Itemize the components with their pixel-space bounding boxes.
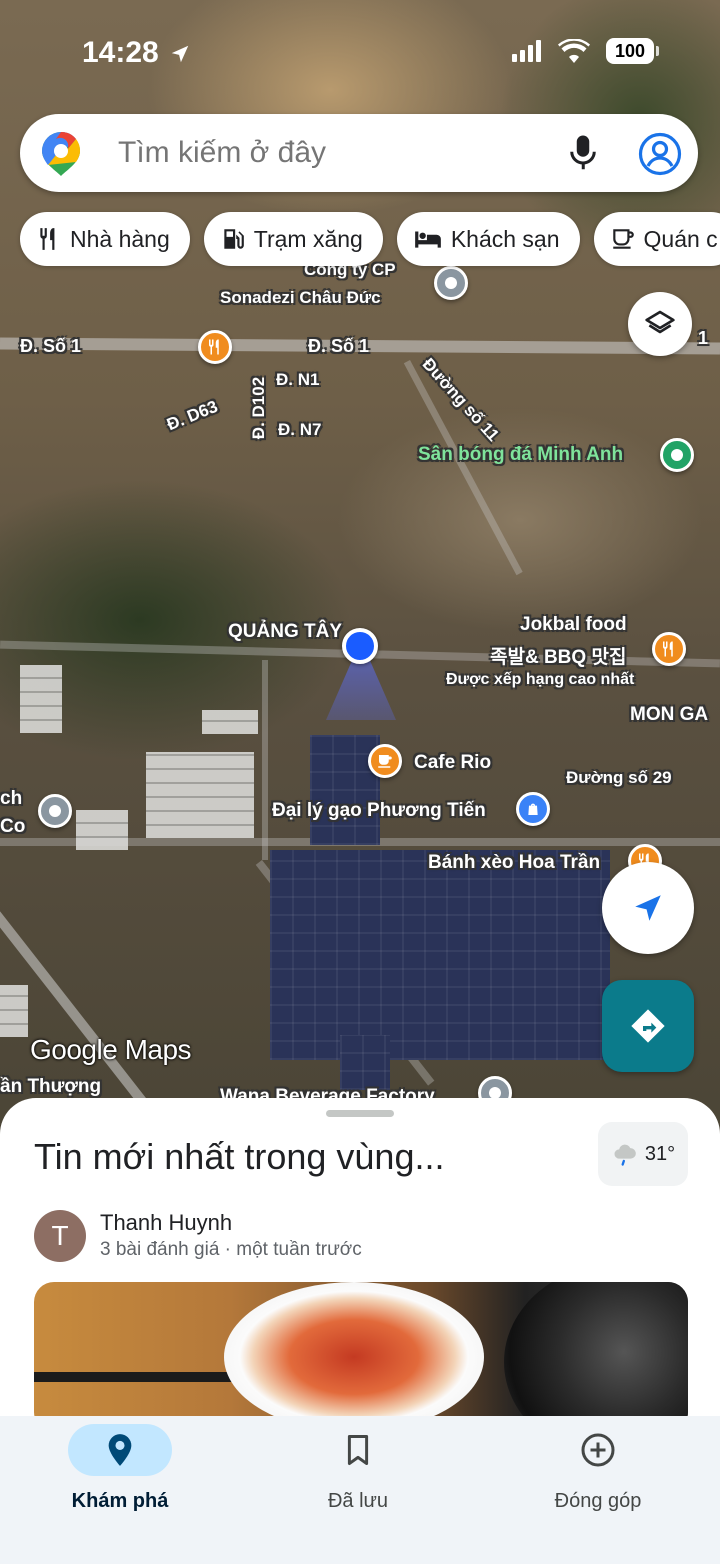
directions-icon bbox=[631, 1009, 665, 1043]
gas-station-icon bbox=[224, 229, 244, 249]
wifi-icon bbox=[558, 39, 590, 63]
cloud-rain-icon bbox=[614, 1144, 636, 1166]
restaurant-icon bbox=[209, 339, 219, 355]
map-label-jokbal[interactable]: Jokbal food bbox=[520, 614, 627, 636]
map-label-co: Co bbox=[0, 816, 26, 837]
chip-label: Khách sạn bbox=[450, 225, 560, 252]
current-location-dot bbox=[342, 628, 378, 664]
category-chips: Nhà hàng Trạm xăng Khách sạn Quán c bbox=[20, 212, 720, 266]
nav-icon-container bbox=[546, 1424, 650, 1476]
nav-label: Khám phá bbox=[71, 1490, 169, 1512]
cafe-icon bbox=[612, 229, 634, 249]
nav-saved[interactable]: Đã lưu bbox=[238, 1416, 478, 1564]
directions-button[interactable] bbox=[602, 980, 694, 1072]
restaurant-icon bbox=[663, 641, 673, 657]
battery-indicator: 100 bbox=[606, 38, 659, 64]
nav-explore[interactable]: Khám phá bbox=[0, 1416, 240, 1564]
chip-label: Trạm xăng bbox=[253, 225, 363, 252]
map-label-cafe-rio[interactable]: Cafe Rio bbox=[414, 752, 491, 774]
bookmark-icon bbox=[347, 1434, 369, 1466]
map-label-road-so-1: Đ. Số 1 bbox=[20, 336, 82, 356]
nav-icon-container bbox=[306, 1424, 410, 1476]
warehouse bbox=[146, 752, 254, 838]
my-location-button[interactable] bbox=[602, 862, 694, 954]
chip-gas-stations[interactable]: Trạm xăng bbox=[203, 212, 383, 266]
map-label-quang-tay: QUẢNG TÂY bbox=[228, 621, 342, 642]
status-time: 14:28 bbox=[82, 36, 191, 70]
place-pin-sonadezi[interactable] bbox=[434, 266, 468, 300]
nav-label: Đã lưu bbox=[327, 1490, 389, 1512]
search-input[interactable] bbox=[118, 136, 538, 170]
chip-cafes[interactable]: Quán c bbox=[593, 212, 720, 266]
clock: 14:28 bbox=[82, 36, 159, 69]
map-label-road-d63: Đ. D63 bbox=[164, 396, 221, 435]
location-arrow-icon bbox=[171, 45, 189, 63]
map-label-sonadezi: Sonadezi Châu Đức bbox=[220, 288, 381, 307]
warehouse bbox=[0, 985, 28, 1037]
chip-hotels[interactable]: Khách sạn bbox=[396, 212, 580, 266]
bottom-navigation: Khám phá Đã lưu Đóng góp bbox=[0, 1416, 720, 1564]
solar-field bbox=[270, 850, 610, 1060]
map-label-road-n7: Đ. N7 bbox=[278, 420, 322, 439]
review-photo[interactable] bbox=[34, 1282, 688, 1418]
warehouse bbox=[202, 710, 258, 734]
stadium-pin[interactable] bbox=[660, 438, 694, 472]
map-label-road-so-1: 1 bbox=[698, 328, 709, 348]
weather-temperature: 31° bbox=[644, 1142, 676, 1165]
warehouse bbox=[20, 665, 62, 733]
warehouse bbox=[76, 810, 128, 850]
map-layers-button[interactable] bbox=[628, 292, 692, 356]
restaurant-pin-jokbal[interactable] bbox=[652, 632, 686, 666]
author-name[interactable]: Thanh Huynh bbox=[100, 1210, 232, 1236]
sheet-grabber[interactable] bbox=[326, 1110, 394, 1117]
restaurant-icon bbox=[40, 228, 55, 250]
map-label-road-n1: Đ. N1 bbox=[276, 370, 320, 389]
add-circle-icon bbox=[581, 1433, 615, 1467]
map-label-jokbal-kr[interactable]: 족발& BBQ 맛집 bbox=[490, 642, 626, 669]
solar-field bbox=[340, 1035, 390, 1090]
map-label-banh-xeo[interactable]: Bánh xèo Hoa Trần bbox=[428, 852, 600, 874]
google-maps-logo: Google Maps bbox=[30, 1034, 192, 1065]
map-label-road-so-1: Đ. Số 1 bbox=[308, 336, 370, 356]
chip-label: Nhà hàng bbox=[70, 225, 170, 252]
chip-label: Quán c bbox=[643, 225, 718, 252]
chip-restaurants[interactable]: Nhà hàng bbox=[20, 212, 190, 266]
cafe-pin[interactable] bbox=[368, 744, 402, 778]
restaurant-pin[interactable] bbox=[198, 330, 232, 364]
layers-icon bbox=[645, 310, 675, 334]
navigation-arrow-icon bbox=[635, 895, 661, 921]
microphone-icon[interactable] bbox=[568, 134, 598, 172]
map-label-road-so-29: Đường số 29 bbox=[566, 768, 672, 787]
search-bar[interactable] bbox=[20, 114, 698, 192]
kimchi-plate bbox=[224, 1282, 484, 1418]
bottom-sheet[interactable]: Tin mới nhất trong vùng... 31° T Thanh H… bbox=[0, 1098, 720, 1418]
shop-pin[interactable] bbox=[516, 792, 550, 826]
place-pin[interactable] bbox=[38, 794, 72, 828]
cellular-signal-icon bbox=[512, 40, 541, 62]
map-label-san-bong[interactable]: Sân bóng đá Minh Anh bbox=[418, 444, 623, 466]
map-label-an-thuong: ần Thượng bbox=[0, 1076, 102, 1097]
map-label-mon-ga: MON GA bbox=[630, 704, 709, 725]
account-icon[interactable] bbox=[638, 132, 682, 176]
map-label-dai-ly-gao[interactable]: Đại lý gạo Phương Tiến bbox=[272, 800, 486, 822]
weather-chip[interactable]: 31° bbox=[598, 1122, 688, 1186]
shopping-bag-icon bbox=[528, 803, 538, 815]
nav-label: Đóng góp bbox=[554, 1490, 642, 1512]
map-label-ch: ch bbox=[0, 788, 23, 809]
grill-pan bbox=[504, 1282, 688, 1418]
nav-contribute[interactable]: Đóng góp bbox=[478, 1416, 718, 1564]
map-label-road-d102: Đ. D102 bbox=[249, 376, 269, 440]
cafe-icon bbox=[378, 755, 392, 768]
nav-icon-container bbox=[68, 1424, 172, 1476]
sheet-title: Tin mới nhất trong vùng... bbox=[34, 1136, 445, 1177]
status-bar: 14:28 100 bbox=[0, 0, 720, 100]
map-label-top-rated: Được xếp hạng cao nhất bbox=[446, 671, 635, 688]
status-icons: 100 bbox=[512, 38, 659, 64]
hotel-icon bbox=[414, 231, 441, 248]
author-meta: 3 bài đánh giá · một tuần trước bbox=[100, 1239, 362, 1260]
google-maps-pin-icon bbox=[42, 132, 80, 176]
location-pin-icon bbox=[108, 1434, 132, 1466]
avatar[interactable]: T bbox=[34, 1210, 86, 1262]
road-vertical bbox=[262, 660, 268, 860]
